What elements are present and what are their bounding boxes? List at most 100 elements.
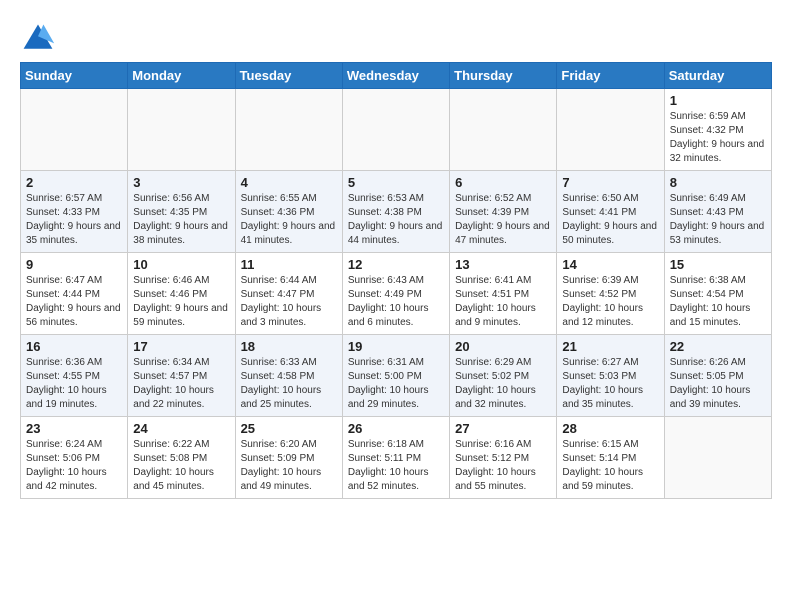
day-cell: 14 Sunrise: 6:39 AM Sunset: 4:52 PM Dayli…	[557, 253, 664, 335]
day-info: Sunrise: 6:56 AM Sunset: 4:35 PM Dayligh…	[133, 192, 229, 248]
day-cell: 9 Sunrise: 6:47 AM Sunset: 4:44 PM Daylig…	[21, 253, 128, 335]
day-number: 17	[133, 339, 229, 354]
day-number: 2	[26, 175, 122, 190]
day-cell: 12Sunrise: 6:43 AM Sunset: 4:49 PM Dayli…	[342, 253, 449, 335]
col-header-sunday: Sunday	[21, 63, 128, 89]
day-number: 8	[670, 175, 766, 190]
day-number: 23	[26, 421, 122, 436]
day-info: Sunrise: 6:39 AM Sunset: 4:52 PM Dayligh…	[562, 274, 658, 330]
day-cell: 11 Sunrise: 6:44 AM Sunset: 4:47 PM Dayli…	[235, 253, 342, 335]
week-row-4: 16 Sunrise: 6:36 AM Sunset: 4:55 PM Dayli…	[21, 335, 772, 417]
col-header-saturday: Saturday	[664, 63, 771, 89]
col-header-tuesday: Tuesday	[235, 63, 342, 89]
day-info: Sunrise: 6:31 AM Sunset: 5:00 PM Dayligh…	[348, 356, 444, 412]
day-info: Sunrise: 6:53 AM Sunset: 4:38 PM Dayligh…	[348, 192, 444, 248]
day-number: 9	[26, 257, 122, 272]
day-cell: 20 Sunrise: 6:29 AM Sunset: 5:02 PM Dayli…	[450, 335, 557, 417]
day-info: Sunrise: 6:22 AM Sunset: 5:08 PM Dayligh…	[133, 438, 229, 494]
day-cell	[450, 89, 557, 171]
calendar-table: SundayMondayTuesdayWednesdayThursdayFrid…	[20, 62, 772, 499]
col-header-monday: Monday	[128, 63, 235, 89]
day-cell	[664, 417, 771, 499]
day-cell: 7 Sunrise: 6:50 AM Sunset: 4:41 PM Daylig…	[557, 171, 664, 253]
day-number: 22	[670, 339, 766, 354]
day-number: 19	[348, 339, 444, 354]
day-number: 24	[133, 421, 229, 436]
day-number: 25	[241, 421, 337, 436]
day-number: 21	[562, 339, 658, 354]
day-info: Sunrise: 6:26 AM Sunset: 5:05 PM Dayligh…	[670, 356, 766, 412]
day-info: Sunrise: 6:41 AM Sunset: 4:51 PM Dayligh…	[455, 274, 551, 330]
day-cell	[235, 89, 342, 171]
day-cell: 10 Sunrise: 6:46 AM Sunset: 4:46 PM Dayli…	[128, 253, 235, 335]
day-cell: 18Sunrise: 6:33 AM Sunset: 4:58 PM Dayli…	[235, 335, 342, 417]
day-cell: 26 Sunrise: 6:18 AM Sunset: 5:11 PM Dayli…	[342, 417, 449, 499]
day-info: Sunrise: 6:46 AM Sunset: 4:46 PM Dayligh…	[133, 274, 229, 330]
day-info: Sunrise: 6:47 AM Sunset: 4:44 PM Dayligh…	[26, 274, 122, 330]
logo	[20, 20, 58, 56]
page: SundayMondayTuesdayWednesdayThursdayFrid…	[0, 0, 792, 509]
day-cell: 2 Sunrise: 6:57 AM Sunset: 4:33 PM Daylig…	[21, 171, 128, 253]
col-header-friday: Friday	[557, 63, 664, 89]
day-cell	[557, 89, 664, 171]
day-cell: 8 Sunrise: 6:49 AM Sunset: 4:43 PM Daylig…	[664, 171, 771, 253]
day-cell: 17 Sunrise: 6:34 AM Sunset: 4:57 PM Dayli…	[128, 335, 235, 417]
day-cell: 6Sunrise: 6:52 AM Sunset: 4:39 PM Daylig…	[450, 171, 557, 253]
day-cell	[21, 89, 128, 171]
day-cell: 16 Sunrise: 6:36 AM Sunset: 4:55 PM Dayli…	[21, 335, 128, 417]
day-info: Sunrise: 6:49 AM Sunset: 4:43 PM Dayligh…	[670, 192, 766, 248]
day-cell: 27 Sunrise: 6:16 AM Sunset: 5:12 PM Dayli…	[450, 417, 557, 499]
day-info: Sunrise: 6:15 AM Sunset: 5:14 PM Dayligh…	[562, 438, 658, 494]
day-info: Sunrise: 6:59 AM Sunset: 4:32 PM Dayligh…	[670, 110, 766, 166]
day-number: 16	[26, 339, 122, 354]
week-row-1: 1 Sunrise: 6:59 AM Sunset: 4:32 PM Daylig…	[21, 89, 772, 171]
day-info: Sunrise: 6:24 AM Sunset: 5:06 PM Dayligh…	[26, 438, 122, 494]
header	[20, 16, 772, 56]
day-number: 3	[133, 175, 229, 190]
day-cell: 22 Sunrise: 6:26 AM Sunset: 5:05 PM Dayli…	[664, 335, 771, 417]
week-row-5: 23 Sunrise: 6:24 AM Sunset: 5:06 PM Dayli…	[21, 417, 772, 499]
day-number: 1	[670, 93, 766, 108]
day-number: 11	[241, 257, 337, 272]
day-cell: 4 Sunrise: 6:55 AM Sunset: 4:36 PM Daylig…	[235, 171, 342, 253]
day-info: Sunrise: 6:16 AM Sunset: 5:12 PM Dayligh…	[455, 438, 551, 494]
day-number: 13	[455, 257, 551, 272]
day-info: Sunrise: 6:57 AM Sunset: 4:33 PM Dayligh…	[26, 192, 122, 248]
day-cell: 23 Sunrise: 6:24 AM Sunset: 5:06 PM Dayli…	[21, 417, 128, 499]
day-cell: 25Sunrise: 6:20 AM Sunset: 5:09 PM Dayli…	[235, 417, 342, 499]
day-number: 28	[562, 421, 658, 436]
day-info: Sunrise: 6:36 AM Sunset: 4:55 PM Dayligh…	[26, 356, 122, 412]
day-cell: 3 Sunrise: 6:56 AM Sunset: 4:35 PM Daylig…	[128, 171, 235, 253]
logo-icon	[20, 20, 56, 56]
day-number: 4	[241, 175, 337, 190]
week-row-3: 9 Sunrise: 6:47 AM Sunset: 4:44 PM Daylig…	[21, 253, 772, 335]
day-number: 20	[455, 339, 551, 354]
day-number: 18	[241, 339, 337, 354]
day-info: Sunrise: 6:52 AM Sunset: 4:39 PM Dayligh…	[455, 192, 551, 248]
day-number: 10	[133, 257, 229, 272]
day-cell: 21Sunrise: 6:27 AM Sunset: 5:03 PM Dayli…	[557, 335, 664, 417]
day-cell	[128, 89, 235, 171]
day-cell: 28 Sunrise: 6:15 AM Sunset: 5:14 PM Dayli…	[557, 417, 664, 499]
day-cell: 15 Sunrise: 6:38 AM Sunset: 4:54 PM Dayli…	[664, 253, 771, 335]
col-header-wednesday: Wednesday	[342, 63, 449, 89]
day-info: Sunrise: 6:44 AM Sunset: 4:47 PM Dayligh…	[241, 274, 337, 330]
day-info: Sunrise: 6:55 AM Sunset: 4:36 PM Dayligh…	[241, 192, 337, 248]
day-cell: 13 Sunrise: 6:41 AM Sunset: 4:51 PM Dayli…	[450, 253, 557, 335]
day-cell: 24 Sunrise: 6:22 AM Sunset: 5:08 PM Dayli…	[128, 417, 235, 499]
day-info: Sunrise: 6:34 AM Sunset: 4:57 PM Dayligh…	[133, 356, 229, 412]
day-cell: 1 Sunrise: 6:59 AM Sunset: 4:32 PM Daylig…	[664, 89, 771, 171]
day-number: 5	[348, 175, 444, 190]
day-number: 12	[348, 257, 444, 272]
day-info: Sunrise: 6:18 AM Sunset: 5:11 PM Dayligh…	[348, 438, 444, 494]
day-info: Sunrise: 6:50 AM Sunset: 4:41 PM Dayligh…	[562, 192, 658, 248]
day-info: Sunrise: 6:38 AM Sunset: 4:54 PM Dayligh…	[670, 274, 766, 330]
day-cell: 19 Sunrise: 6:31 AM Sunset: 5:00 PM Dayli…	[342, 335, 449, 417]
day-number: 14	[562, 257, 658, 272]
day-number: 7	[562, 175, 658, 190]
day-number: 15	[670, 257, 766, 272]
day-cell: 5 Sunrise: 6:53 AM Sunset: 4:38 PM Daylig…	[342, 171, 449, 253]
day-number: 27	[455, 421, 551, 436]
day-number: 26	[348, 421, 444, 436]
day-info: Sunrise: 6:29 AM Sunset: 5:02 PM Dayligh…	[455, 356, 551, 412]
